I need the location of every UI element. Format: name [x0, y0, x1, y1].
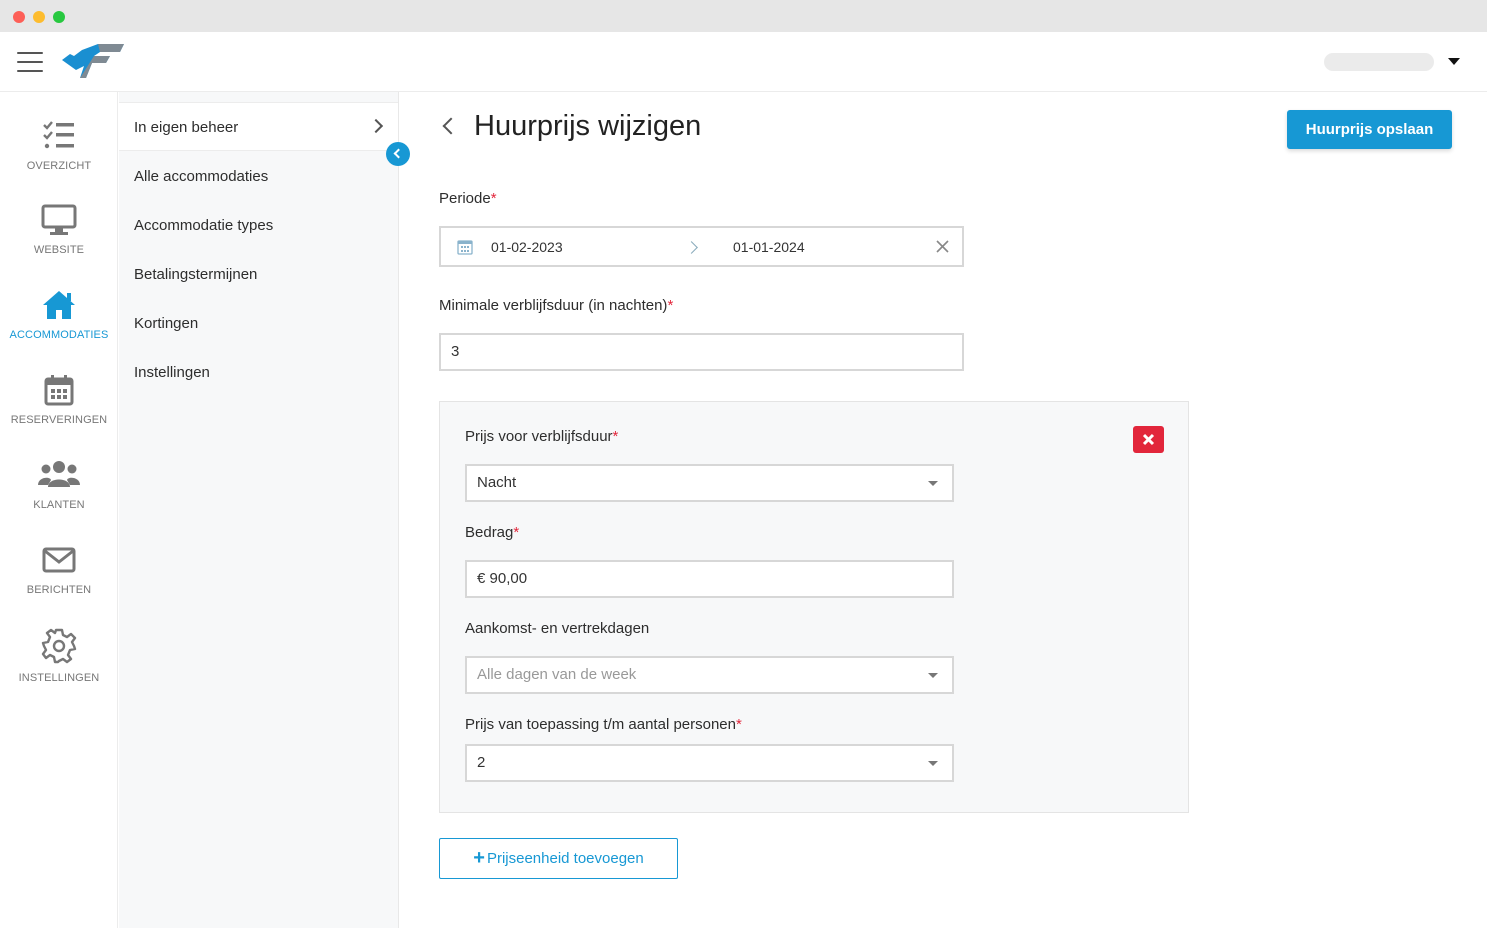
window-titlebar	[0, 0, 1487, 32]
min-stay-label-text: Minimale verblijfsduur (in nachten)	[439, 297, 668, 314]
required-mark: *	[612, 428, 619, 445]
window-close-button[interactable]	[13, 11, 25, 23]
sidebar-item-overzicht[interactable]: OVERZICHT	[0, 120, 118, 172]
amount-label-text: Bedrag	[465, 524, 514, 541]
duration-label: Prijs voor verblijfsduur*	[465, 428, 618, 445]
persons-label-text: Prijs van toepassing t/m aantal personen	[465, 716, 736, 733]
delete-price-unit-button[interactable]	[1133, 426, 1164, 453]
sidebar-item-label: OVERZICHT	[26, 160, 92, 172]
sidebar-item-instellingen[interactable]: INSTELLINGEN	[0, 628, 118, 684]
calendar-icon	[457, 240, 473, 255]
eagle-logo-icon[interactable]	[60, 42, 124, 85]
top-bar	[0, 32, 1487, 92]
subnav-item-label: Accommodatie types	[134, 217, 274, 234]
window-zoom-button[interactable]	[53, 11, 65, 23]
arrow-right-icon	[685, 241, 698, 254]
add-price-unit-button[interactable]: + Prijseenheid toevoegen	[439, 838, 678, 879]
sidebar-item-label: BERICHTEN	[26, 584, 92, 596]
subnav-item-label: Alle accommodaties	[134, 168, 269, 185]
collapse-subnav-button[interactable]	[386, 142, 410, 166]
window-minimize-button[interactable]	[33, 11, 45, 23]
caret-down-icon	[928, 761, 938, 766]
close-icon	[1142, 433, 1155, 446]
clear-icon[interactable]	[935, 239, 950, 254]
plus-icon: +	[473, 847, 485, 869]
duration-label-text: Prijs voor verblijfsduur	[465, 428, 613, 445]
days-select-placeholder: Alle dagen van de week	[477, 666, 637, 683]
envelope-icon	[42, 547, 76, 573]
sidebar-item-label: INSTELLINGEN	[18, 672, 100, 684]
duration-select-value: Nacht	[477, 474, 517, 491]
sidebar-item-label: WEBSITE	[33, 244, 85, 256]
amount-label: Bedrag*	[465, 524, 519, 541]
chevron-right-icon	[368, 118, 384, 134]
persons-select[interactable]: 2	[465, 744, 954, 782]
chevron-left-icon	[393, 148, 404, 159]
arrival-departure-days-label: Aankomst- en vertrekdagen	[465, 620, 650, 637]
sidebar-item-label: ACCOMMODATIES	[9, 329, 109, 341]
period-label-text: Periode	[439, 190, 491, 207]
subnav-item-label: In eigen beheer	[134, 119, 239, 136]
back-chevron-icon[interactable]	[442, 117, 460, 135]
amount-input[interactable]: € 90,00	[465, 560, 954, 598]
period-start-date[interactable]: 01-02-2023	[491, 239, 563, 255]
period-end-date[interactable]: 01-01-2024	[733, 239, 805, 255]
subnav-item-accommodatie-types[interactable]: Accommodatie types	[119, 201, 398, 250]
period-date-range-picker[interactable]: 01-02-2023 01-01-2024	[439, 226, 964, 267]
hamburger-icon[interactable]	[17, 52, 43, 72]
caret-down-icon	[928, 673, 938, 678]
calendar-icon	[44, 375, 74, 406]
caret-down-icon[interactable]	[1448, 58, 1460, 65]
sidebar-item-label: RESERVERINGEN	[10, 414, 108, 426]
sidebar-item-website[interactable]: WEBSITE	[0, 204, 118, 256]
period-label: Periode*	[439, 190, 497, 207]
sidebar-item-klanten[interactable]: KLANTEN	[0, 459, 118, 511]
subnav-item-kortingen[interactable]: Kortingen	[119, 299, 398, 348]
subnav-item-in-eigen-beheer[interactable]: In eigen beheer	[119, 102, 398, 151]
main-sidebar: OVERZICHT WEBSITE ACCOMMODATIES RESERVER…	[0, 92, 118, 928]
checklist-icon	[43, 121, 74, 149]
subnav-item-instellingen[interactable]: Instellingen	[119, 348, 398, 397]
page-title: Huurprijs wijzigen	[474, 110, 702, 142]
monitor-icon	[41, 204, 77, 235]
subnav-item-alle-accommodaties[interactable]: Alle accommodaties	[119, 152, 398, 201]
min-stay-input[interactable]: 3	[439, 333, 964, 371]
subnav-item-betalingstermijnen[interactable]: Betalingstermijnen	[119, 250, 398, 299]
user-menu[interactable]	[1324, 53, 1434, 71]
gear-icon	[41, 628, 77, 664]
required-mark: *	[490, 190, 497, 207]
users-icon	[38, 461, 80, 487]
sidebar-item-accommodaties[interactable]: ACCOMMODATIES	[0, 289, 118, 341]
persons-label: Prijs van toepassing t/m aantal personen…	[465, 716, 742, 733]
sidebar-item-label: KLANTEN	[33, 499, 85, 511]
caret-down-icon	[928, 481, 938, 486]
arrival-departure-days-select[interactable]: Alle dagen van de week	[465, 656, 954, 694]
min-stay-label: Minimale verblijfsduur (in nachten)*	[439, 297, 673, 314]
required-mark: *	[667, 297, 674, 314]
subnav-item-label: Instellingen	[134, 364, 210, 381]
sidebar-item-reserveringen[interactable]: RESERVERINGEN	[0, 374, 118, 426]
duration-select[interactable]: Nacht	[465, 464, 954, 502]
home-icon	[43, 291, 75, 319]
required-mark: *	[513, 524, 520, 541]
add-price-unit-label: Prijseenheid toevoegen	[486, 850, 644, 867]
save-rent-price-button[interactable]: Huurprijs opslaan	[1287, 110, 1452, 149]
subnav-item-label: Betalingstermijnen	[134, 266, 258, 283]
sidebar-item-berichten[interactable]: BERICHTEN	[0, 544, 118, 596]
persons-select-value: 2	[477, 754, 486, 771]
sub-navigation: In eigen beheer Alle accommodaties Accom…	[119, 92, 399, 928]
required-mark: *	[736, 716, 742, 733]
subnav-item-label: Kortingen	[134, 315, 199, 332]
